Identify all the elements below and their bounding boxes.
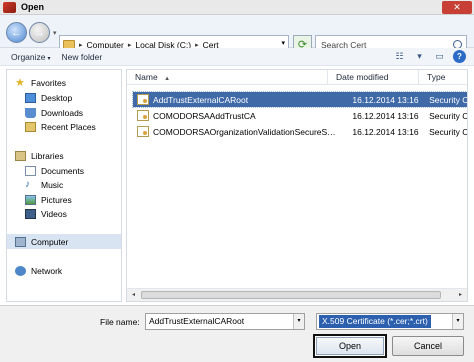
organize-menu[interactable]: Organize ▾ (11, 52, 51, 62)
nav-desktop[interactable]: Desktop (7, 90, 121, 105)
column-header-date-modified[interactable]: Date modified (327, 70, 418, 85)
sort-ascending-icon: ▲ (164, 76, 171, 82)
certificate-icon (137, 110, 149, 121)
filename-input[interactable]: AddTrustExternalCARoot ▾ (145, 313, 305, 330)
music-icon: ♪ (25, 178, 30, 190)
nav-label: Music (41, 179, 64, 190)
chevron-down-icon[interactable]: ▾ (293, 314, 304, 329)
nav-label: Computer (31, 236, 69, 247)
file-type: Security Certificate (429, 126, 468, 137)
window-title: Open (21, 2, 45, 12)
column-label: Name (135, 72, 158, 82)
file-date: 16.12.2014 13:16 (352, 94, 419, 105)
preview-pane-icon[interactable]: ▭ (433, 51, 446, 63)
help-icon[interactable]: ? (453, 50, 466, 63)
file-type-select[interactable]: X.509 Certificate (*.cer;*.crt) ▾ (316, 313, 464, 330)
view-options-icon[interactable]: ☷ (393, 51, 406, 63)
forward-button[interactable]: → (29, 22, 50, 43)
recent-places-icon (25, 121, 36, 132)
chevron-down-icon[interactable]: ▾ (281, 39, 285, 47)
nav-label: Desktop (41, 92, 73, 103)
new-folder-button[interactable]: New folder (62, 52, 103, 62)
nav-documents[interactable]: Documents (7, 163, 121, 178)
downloads-icon (25, 107, 36, 118)
file-type-value: X.509 Certificate (*.cer;*.crt) (319, 315, 431, 328)
chevron-down-icon[interactable]: ▾ (452, 314, 463, 329)
file-name: COMODORSAOrganizationValidationSecureSer… (153, 126, 339, 137)
file-row[interactable]: COMODORSAAddTrustCA 16.12.2014 13:16 Sec… (133, 108, 468, 123)
title-bar: Open ✕ (0, 0, 474, 15)
filename-label: File name: (100, 317, 140, 327)
file-row[interactable]: COMODORSAOrganizationValidationSecureSer… (133, 124, 468, 139)
organize-label: Organize (11, 51, 46, 62)
horizontal-scrollbar[interactable]: ◂ ▸ (127, 288, 467, 301)
scroll-right-icon[interactable]: ▸ (454, 289, 467, 301)
file-date: 16.12.2014 13:16 (352, 126, 419, 137)
column-header-row: Name ▲ Date modified Type (127, 70, 467, 85)
nav-favorites[interactable]: ★ Favorites (7, 75, 121, 90)
chevron-down-icon[interactable]: ▾ (413, 51, 426, 63)
nav-network[interactable]: Network (7, 263, 121, 278)
navigation-pane: ★ Favorites Desktop Downloads Recent Pla… (6, 69, 122, 302)
libraries-icon (15, 150, 26, 161)
nav-label: Documents (41, 165, 84, 176)
recent-locations-dropdown[interactable]: ▾ (53, 29, 57, 37)
network-icon (15, 265, 26, 276)
file-type: Security Certificate (429, 94, 468, 105)
dialog-footer: File name: AddTrustExternalCARoot ▾ X.50… (0, 305, 474, 362)
file-list: Name ▲ Date modified Type AddTrustExtern… (126, 69, 468, 302)
scrollbar-thumb[interactable] (141, 291, 441, 299)
file-name: COMODORSAAddTrustCA (153, 110, 256, 121)
computer-icon (15, 236, 26, 247)
scroll-left-icon[interactable]: ◂ (127, 289, 140, 301)
certificate-icon (137, 94, 149, 105)
nav-label: Downloads (41, 107, 84, 118)
column-header-name[interactable]: Name ▲ (127, 70, 327, 85)
file-type: Security Certificate (429, 110, 468, 121)
open-button[interactable]: Open (313, 334, 387, 358)
nav-label: Network (31, 265, 63, 276)
nav-music[interactable]: ♪ Music (7, 177, 121, 192)
pictures-icon (25, 194, 36, 205)
nav-label: Pictures (41, 194, 72, 205)
file-row[interactable]: AddTrustExternalCARoot 16.12.2014 13:16 … (132, 91, 468, 108)
nav-label: Libraries (31, 150, 64, 161)
star-icon: ★ (15, 76, 25, 89)
navigation-bar: ← → ▾ ▸ Computer ▸ Local Disk (C:) ▸ Cer… (0, 15, 474, 54)
column-header-type[interactable]: Type (418, 70, 467, 85)
nav-libraries[interactable]: Libraries (7, 148, 121, 163)
open-label: Open (316, 337, 384, 355)
videos-icon (25, 208, 36, 219)
file-name: AddTrustExternalCARoot (153, 94, 249, 105)
command-toolbar: Organize ▾ New folder ☷ ▾ ▭ ? (0, 48, 474, 66)
file-date: 16.12.2014 13:16 (352, 110, 419, 121)
app-icon (3, 1, 16, 13)
nav-label: Recent Places (41, 121, 96, 132)
nav-downloads[interactable]: Downloads (7, 105, 121, 120)
back-button[interactable]: ← (6, 22, 27, 43)
close-button[interactable]: ✕ (442, 1, 472, 14)
nav-videos[interactable]: Videos (7, 206, 121, 221)
nav-label: Favorites (31, 77, 66, 88)
nav-recent-places[interactable]: Recent Places (7, 119, 121, 134)
nav-label: Videos (41, 208, 67, 219)
nav-pictures[interactable]: Pictures (7, 192, 121, 207)
cancel-button[interactable]: Cancel (392, 336, 464, 356)
nav-computer[interactable]: Computer (7, 234, 121, 249)
documents-icon (25, 165, 36, 176)
chevron-down-icon: ▾ (47, 55, 51, 62)
filename-value: AddTrustExternalCARoot (149, 316, 245, 326)
certificate-icon (137, 126, 149, 137)
desktop-icon (25, 92, 36, 103)
